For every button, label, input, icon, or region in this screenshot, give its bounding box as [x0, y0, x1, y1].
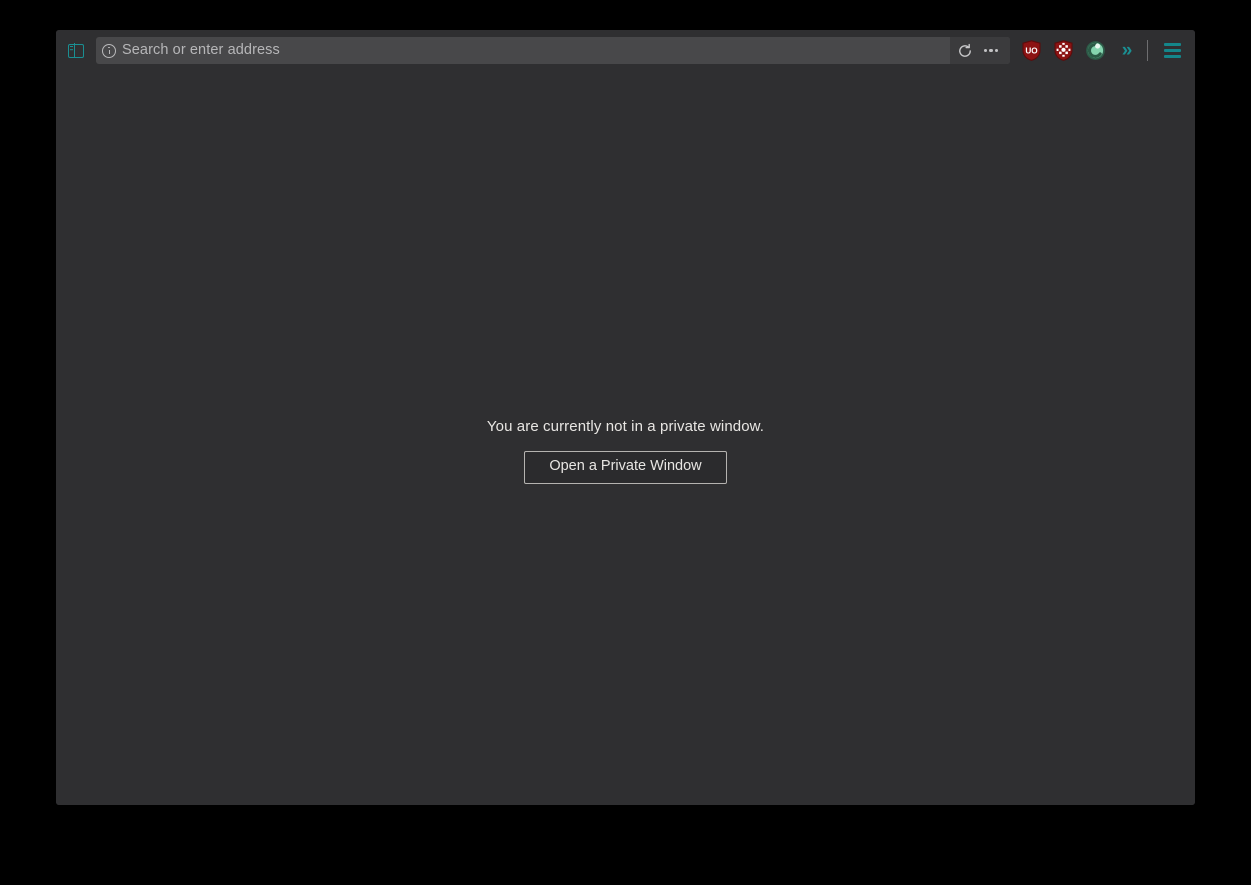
- address-bar[interactable]: [96, 37, 1010, 64]
- ublock-origin-label: UO: [1025, 46, 1038, 55]
- private-browsing-panel: You are currently not in a private windo…: [56, 418, 1195, 484]
- private-status-message: You are currently not in a private windo…: [486, 418, 765, 435]
- ellipsis-icon: [983, 48, 999, 53]
- noscript-icon: [1053, 40, 1073, 61]
- toolbar-divider: [1147, 40, 1148, 61]
- hamburger-line: [1163, 55, 1181, 58]
- ublock-origin-icon: UO: [1021, 40, 1041, 61]
- privacy-extension-button[interactable]: [1081, 37, 1109, 65]
- page-actions-button[interactable]: [978, 39, 1004, 62]
- info-circle-icon: [102, 43, 116, 58]
- privacy-extension-icon: [1085, 41, 1105, 60]
- reload-icon: [959, 43, 971, 57]
- overflow-chevron-button[interactable]: »: [1113, 37, 1141, 65]
- sidebar-toggle-button[interactable]: [62, 37, 90, 65]
- identity-info-icon[interactable]: [96, 43, 122, 58]
- page-content: You are currently not in a private windo…: [56, 71, 1195, 805]
- reload-button[interactable]: [952, 39, 978, 62]
- noscript-button[interactable]: [1049, 37, 1077, 65]
- browser-toolbar: UO: [56, 30, 1195, 71]
- sidebar-panel-icon: [68, 42, 84, 59]
- urlbar-actions: [950, 37, 1010, 64]
- open-private-window-button[interactable]: Open a Private Window: [524, 451, 727, 484]
- app-menu-button[interactable]: [1157, 37, 1187, 65]
- extension-toolbar: UO »: [1017, 37, 1141, 65]
- search-input[interactable]: [122, 37, 950, 64]
- browser-window: UO: [56, 30, 1195, 805]
- hamburger-line: [1163, 49, 1181, 52]
- ublock-origin-button[interactable]: UO: [1017, 37, 1045, 65]
- chevron-double-right-icon: »: [1121, 40, 1132, 61]
- hamburger-line: [1163, 43, 1181, 46]
